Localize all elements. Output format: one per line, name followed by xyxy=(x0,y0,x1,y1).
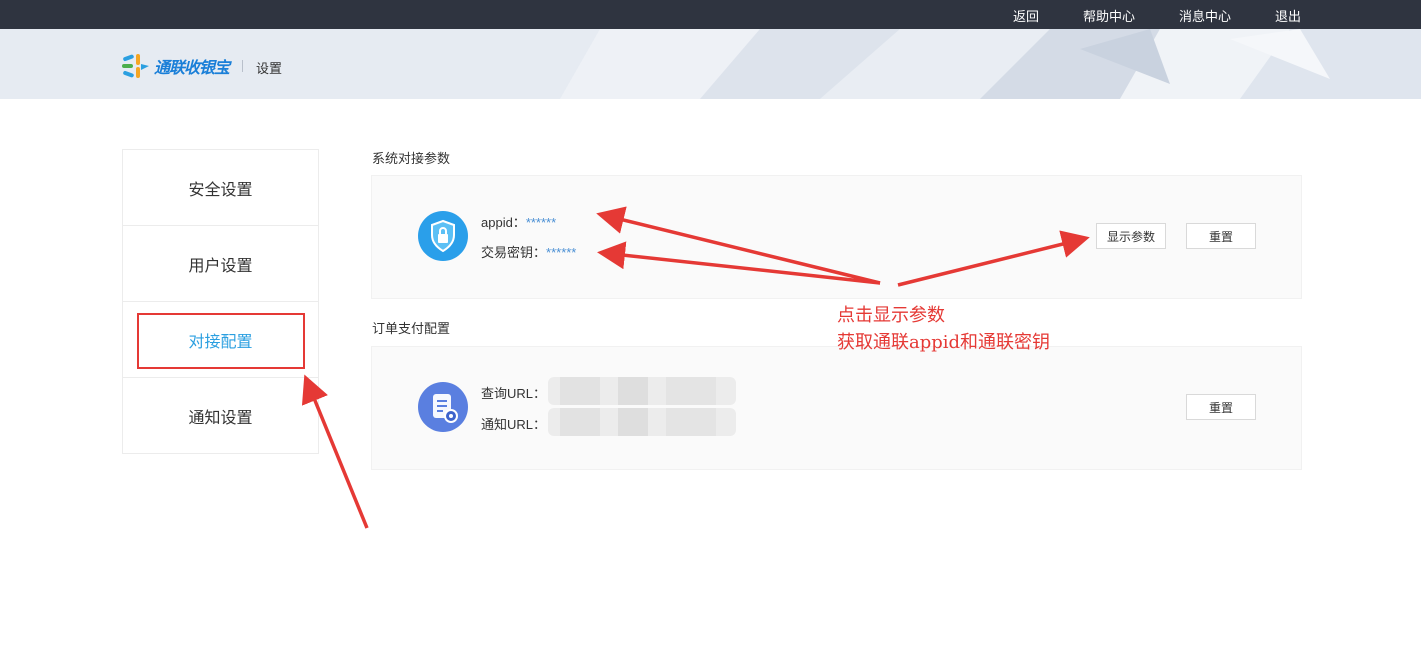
arrow-to-trade-key xyxy=(597,241,881,285)
annotation-arrows xyxy=(301,206,1090,529)
arrow-to-show-button xyxy=(897,230,1090,287)
arrow-to-appid xyxy=(596,206,881,285)
arrow-to-sidebar-item xyxy=(301,374,369,529)
